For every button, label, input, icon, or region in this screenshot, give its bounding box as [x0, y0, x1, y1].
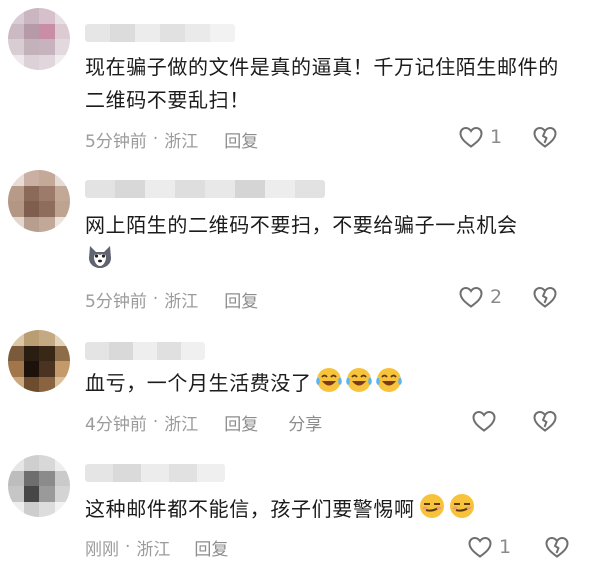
smirk-emoji-icon: [449, 494, 474, 518]
laughing-tears-emoji-icon: [375, 368, 402, 392]
comment-meta: 4分钟前 · 浙江 回复 分享: [85, 410, 322, 435]
like-button[interactable]: [471, 409, 497, 433]
emoji-group: [417, 494, 477, 521]
comment-time: 5分钟前: [85, 291, 147, 312]
broken-heart-outline-icon: [533, 410, 557, 432]
broken-heart-outline-icon: [533, 126, 557, 148]
username-blurred[interactable]: [85, 464, 225, 482]
like-count: 2: [490, 286, 503, 308]
comment-location: 浙江: [136, 539, 171, 560]
heart-outline-icon: [468, 536, 492, 558]
reply-button[interactable]: 回复: [224, 127, 258, 152]
avatar[interactable]: [8, 170, 70, 232]
comment-text: 现在骗子做的文件是真的逼真！千万记住陌生邮件的二维码不要乱扫！: [85, 55, 559, 112]
username-blurred[interactable]: [85, 180, 325, 198]
comment-text-body: 血亏，一个月生活费没了: [85, 371, 312, 395]
username-blurred[interactable]: [85, 342, 205, 360]
heart-outline-icon: [459, 286, 483, 308]
comment-meta: 刚刚 · 浙江 回复: [85, 535, 228, 560]
comment-location: 浙江: [164, 414, 199, 435]
emoji-group: [314, 368, 404, 395]
comment-location: 浙江: [164, 131, 199, 152]
separator-dot: ·: [152, 412, 159, 432]
comment-time: 5分钟前: [85, 131, 147, 152]
comment-meta: 5分钟前 · 浙江 回复: [85, 287, 258, 312]
comment-location: 浙江: [164, 291, 199, 312]
dislike-button[interactable]: [544, 535, 570, 563]
separator-dot: ·: [152, 289, 159, 309]
reply-button[interactable]: 回复: [224, 287, 258, 312]
share-button[interactable]: 分享: [288, 410, 322, 435]
laughing-tears-emoji-icon: [345, 368, 372, 392]
like-count: 1: [499, 536, 512, 558]
dislike-button[interactable]: [532, 125, 558, 153]
heart-outline-icon: [459, 126, 483, 148]
reply-button[interactable]: 回复: [194, 535, 228, 560]
husky-dog-emoji-icon: [89, 246, 111, 268]
comment-text-body: 这种邮件都不能信，孩子们要警惕啊: [85, 497, 415, 521]
like-button[interactable]: 1: [458, 125, 502, 149]
separator-dot: ·: [125, 537, 131, 557]
avatar[interactable]: [8, 8, 70, 70]
avatar[interactable]: [8, 455, 70, 517]
comment-meta: 5分钟前 · 浙江 回复: [85, 127, 258, 152]
comment-text-body: 网上陌生的二维码不要扫，不要给骗子一点机会: [85, 213, 518, 237]
like-count: 1: [490, 126, 503, 148]
separator-dot: ·: [152, 129, 159, 149]
username-blurred[interactable]: [85, 24, 235, 42]
broken-heart-outline-icon: [545, 536, 569, 558]
comment-text: 网上陌生的二维码不要扫，不要给骗子一点机会: [85, 209, 575, 276]
like-button[interactable]: 2: [458, 285, 502, 309]
comment-text: 血亏，一个月生活费没了: [85, 366, 575, 400]
heart-outline-icon: [472, 410, 496, 432]
like-button[interactable]: 1: [467, 535, 511, 559]
avatar[interactable]: [8, 330, 70, 392]
dislike-button[interactable]: [532, 285, 558, 313]
comment-text: 这种邮件都不能信，孩子们要警惕啊: [85, 492, 575, 526]
smirk-emoji-icon: [419, 494, 444, 518]
broken-heart-outline-icon: [533, 286, 557, 308]
comment-time: 4分钟前: [85, 414, 147, 435]
dislike-button[interactable]: [532, 409, 558, 437]
laughing-tears-emoji-icon: [315, 368, 342, 392]
comment-time: 刚刚: [85, 539, 119, 560]
reply-button[interactable]: 回复: [224, 410, 258, 435]
